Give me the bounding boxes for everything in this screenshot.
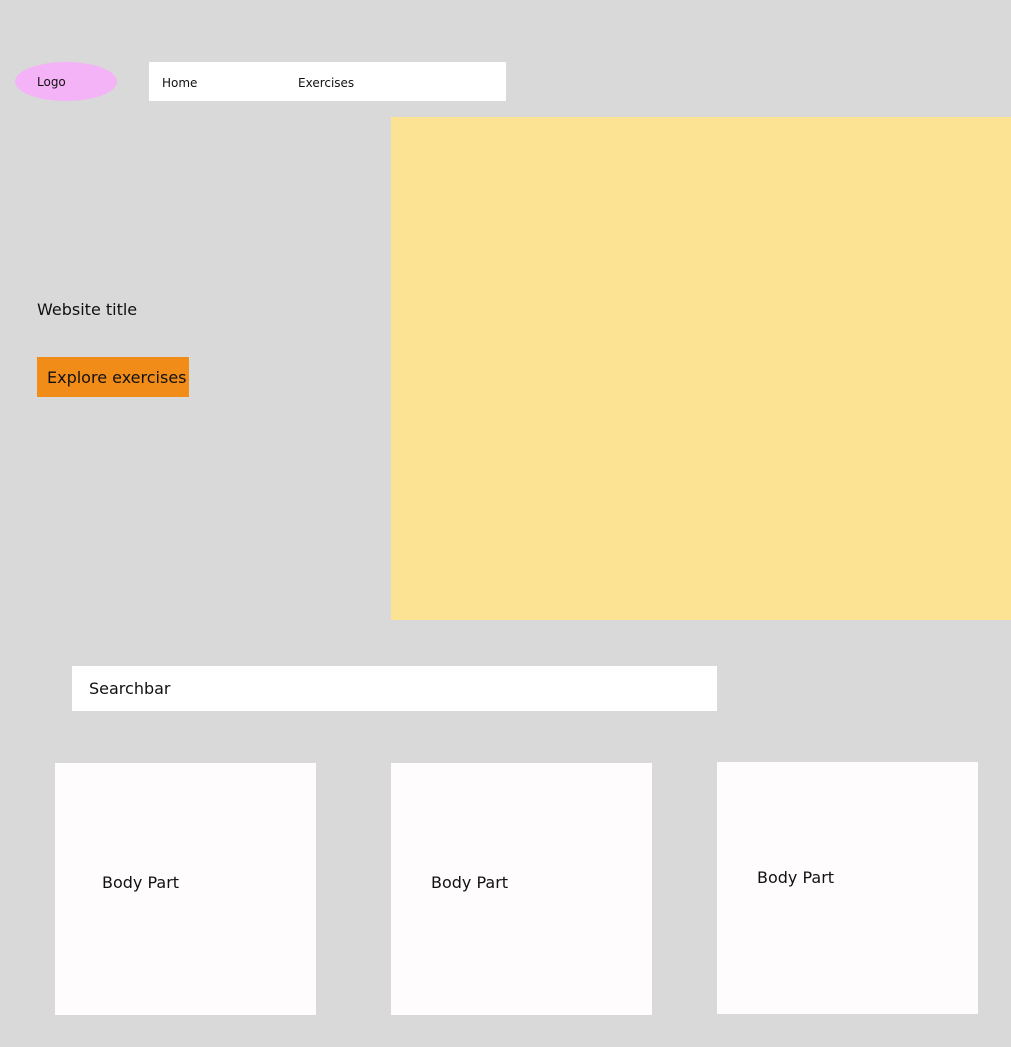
logo[interactable]: Logo [15, 62, 117, 101]
main-navigation: Home Exercises [149, 62, 506, 101]
page-title: Website title [37, 300, 138, 319]
body-part-card[interactable]: Body Part [717, 762, 978, 1014]
body-part-card[interactable]: Body Part [55, 763, 316, 1015]
body-part-label: Body Part [102, 873, 180, 892]
nav-link-exercises[interactable]: Exercises [298, 76, 354, 90]
nav-link-home[interactable]: Home [162, 76, 197, 90]
body-part-card[interactable]: Body Part [391, 763, 652, 1015]
search-input[interactable] [72, 666, 717, 711]
explore-exercises-button[interactable]: Explore exercises [37, 357, 189, 397]
searchbar[interactable] [72, 666, 717, 711]
body-part-label: Body Part [757, 868, 835, 887]
hero-image-placeholder [391, 117, 1011, 620]
logo-label: Logo [37, 74, 66, 89]
body-part-label: Body Part [431, 873, 509, 892]
